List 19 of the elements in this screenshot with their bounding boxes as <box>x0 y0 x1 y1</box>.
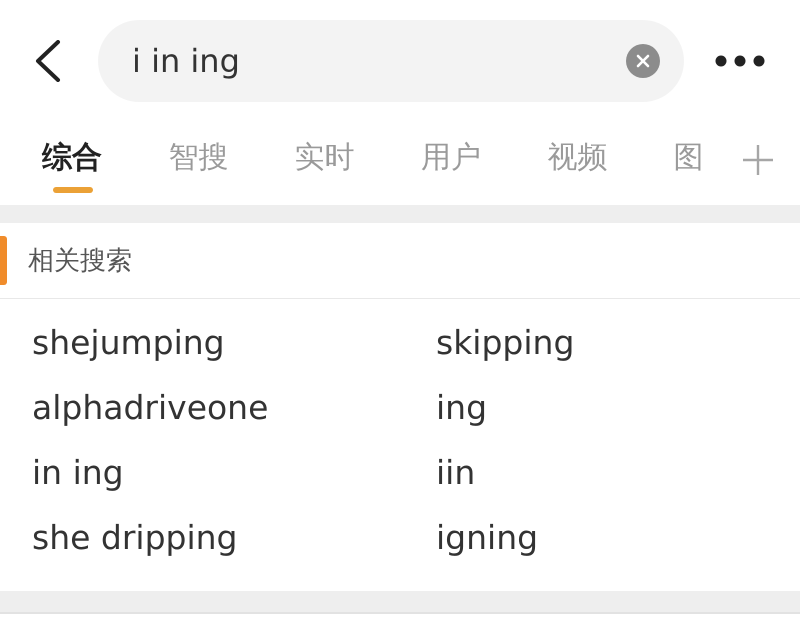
more-icon <box>715 54 765 68</box>
tab[interactable]: 综合 <box>42 122 168 196</box>
related-search-link[interactable]: shejumping <box>32 310 225 375</box>
related-search-link[interactable]: in ing <box>32 440 124 505</box>
related-search-link[interactable]: alphadriveone <box>32 375 268 440</box>
close-icon <box>626 44 660 78</box>
more-button[interactable] <box>715 54 765 68</box>
accent-bar <box>0 236 7 285</box>
related-search-link[interactable]: igning <box>436 505 538 570</box>
related-search-link[interactable]: ing <box>436 375 488 440</box>
search-field[interactable]: i in ing <box>98 20 684 102</box>
related-search-link[interactable]: skipping <box>436 310 574 375</box>
related-search-link[interactable]: iin <box>436 440 476 505</box>
chevron-left-icon <box>35 40 61 82</box>
clear-button[interactable] <box>626 44 660 78</box>
plus-icon <box>742 144 774 176</box>
related-search-link[interactable]: she dripping <box>32 505 238 570</box>
section-title: 相关搜索 <box>28 244 132 277</box>
back-button[interactable] <box>33 39 63 83</box>
